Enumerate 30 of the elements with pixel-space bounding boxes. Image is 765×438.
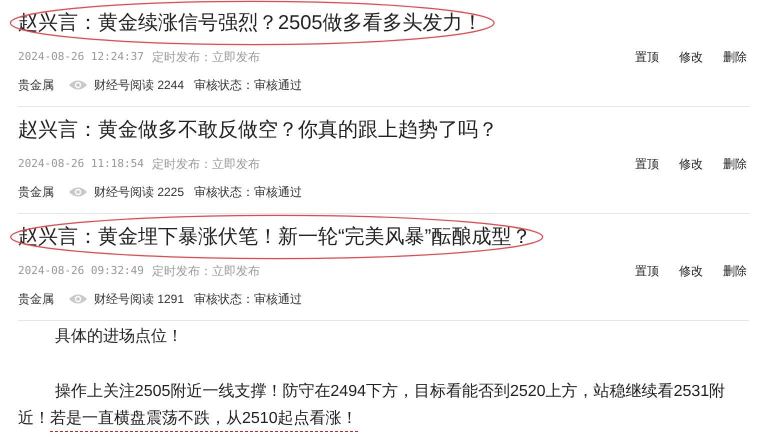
- publish-time: 2024-08-26 11:18:54: [18, 156, 145, 172]
- action-link[interactable]: 置顶: [635, 262, 659, 280]
- category-label: 贵金属: [18, 184, 54, 201]
- schedule-status: 定时发布：立即发布: [152, 49, 260, 66]
- publish-time: 2024-08-26 12:24:37: [18, 48, 145, 65]
- action-link[interactable]: 删除: [723, 48, 747, 66]
- schedule-status: 定时发布：立即发布: [152, 156, 260, 173]
- read-count: 财经号阅读 2244: [94, 77, 184, 94]
- action-link[interactable]: 修改: [679, 262, 703, 280]
- review-status: 审核状态：审核通过: [194, 77, 302, 94]
- category-label: 贵金属: [18, 77, 54, 94]
- review-status: 审核状态：审核通过: [194, 184, 302, 201]
- article-title[interactable]: 赵兴言：黄金做多不敢反做空？你真的跟上趋势了吗？: [18, 115, 498, 145]
- action-link[interactable]: 修改: [679, 155, 703, 173]
- eye-icon: [68, 79, 88, 91]
- body-paragraph: 具体的进场点位！: [54, 326, 184, 347]
- action-link[interactable]: 置顶: [635, 155, 659, 173]
- action-link[interactable]: 修改: [679, 48, 703, 66]
- action-link[interactable]: 删除: [723, 262, 747, 280]
- action-link[interactable]: 置顶: [635, 48, 659, 66]
- publish-time: 2024-08-26 09:32:49: [18, 262, 145, 279]
- category-label: 贵金属: [18, 291, 54, 308]
- eye-icon: [68, 293, 88, 305]
- read-count: 财经号阅读 1291: [94, 291, 184, 308]
- read-count: 财经号阅读 2225: [94, 184, 184, 201]
- action-link[interactable]: 删除: [723, 155, 747, 173]
- eye-icon: [68, 186, 88, 198]
- schedule-status: 定时发布：立即发布: [152, 263, 260, 280]
- review-status: 审核状态：审核通过: [194, 291, 302, 308]
- body-paragraph: 操作上关注2505附近一线支撑！防守在2494下方，目标看能否到2520上方，站稳继续看2531附近！若是一直横盘震荡不跌，从2510起点看涨！: [18, 378, 741, 432]
